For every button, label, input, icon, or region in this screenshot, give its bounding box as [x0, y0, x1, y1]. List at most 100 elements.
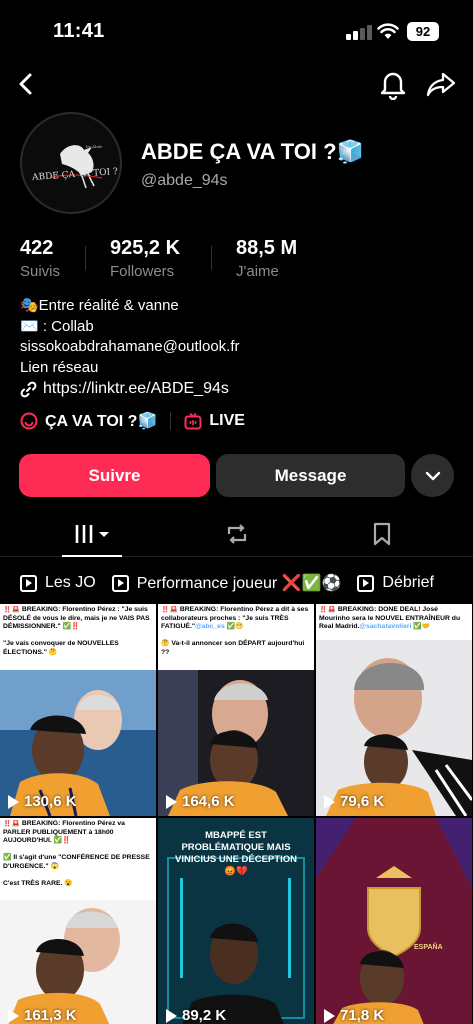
stat-following[interactable]: 422 Suivis — [20, 237, 60, 280]
stat-followers-label: Followers — [110, 263, 175, 280]
video-view-count: 130,6 K — [8, 793, 77, 810]
playlist-row: Les JO Performance joueur ❌✅⚽ Débrief — [20, 569, 434, 597]
username: @abde_94s — [141, 172, 228, 189]
bookmark-icon — [373, 522, 391, 546]
status-time: 11:41 — [53, 20, 105, 42]
video-view-count: 164,6 K — [166, 793, 235, 810]
playlist-item[interactable]: Débrief — [357, 569, 434, 597]
tab-active-indicator — [62, 555, 122, 557]
back-arrow-icon[interactable] — [12, 68, 40, 100]
video-badge: ESPAÑA — [414, 944, 443, 951]
link-icon — [20, 381, 37, 397]
view-count-text: 164,6 K — [182, 793, 235, 810]
video-view-count: 79,6 K — [324, 793, 384, 810]
svg-text:by Abde: by Abde — [86, 144, 103, 149]
bio: 🎭Entre réalité & vanne ✉️ : Collab sisso… — [20, 296, 240, 378]
live-tv-icon — [184, 412, 202, 430]
stat-following-label: Suivis — [20, 263, 61, 280]
video-caption-handle: @abc_es — [195, 623, 225, 631]
playlist-label: Débrief — [382, 574, 434, 591]
status-bar: 11:41 92 — [0, 0, 473, 62]
stat-divider — [211, 246, 212, 270]
video-thumbnail — [316, 640, 472, 816]
grid-icon — [75, 525, 109, 543]
view-count-text: 130,6 K — [24, 793, 77, 810]
bio-line: 🎭Entre réalité & vanne — [20, 297, 179, 314]
video-caption: ‼️🚨 BREAKING: Florentino Pérez a dit à s… — [161, 606, 311, 658]
display-name: ABDE ÇA VA TOI ?🧊 — [141, 139, 364, 164]
avatar[interactable]: by Abde ABDE ÇA VA TOI ? — [20, 112, 122, 214]
chip-divider — [170, 412, 172, 430]
stat-likes: 88,5 M J'aime — [236, 237, 297, 280]
video-tile[interactable]: MBAPPÉ EST PROBLÉMATIQUE MAIS VINICIUS U… — [158, 818, 314, 1024]
profile-chips: ÇA VA TOI ?🧊 LIVE — [20, 411, 245, 431]
video-thumbnail — [316, 818, 472, 1024]
view-count-text: 161,3 K — [24, 1007, 77, 1024]
video-view-count: 89,2 K — [166, 1007, 226, 1024]
bio-line: Lien réseau — [20, 358, 99, 376]
share-icon[interactable] — [425, 68, 457, 100]
playlist-label: Les JO — [45, 574, 96, 591]
video-tile[interactable]: ‼️🚨 BREAKING: Florentino Pérez a dit à s… — [158, 604, 314, 816]
video-headline: MBAPPÉ EST PROBLÉMATIQUE MAIS VINICIUS U… — [175, 830, 297, 877]
video-view-count: 71,8 K — [324, 1007, 384, 1024]
play-icon — [8, 1008, 19, 1023]
stat-followers-value: 925,2 K — [110, 237, 181, 259]
stat-divider — [85, 246, 86, 270]
video-view-count: 161,3 K — [8, 1007, 77, 1024]
play-icon — [166, 794, 177, 809]
play-icon — [324, 1008, 335, 1023]
playlist-item[interactable]: Performance joueur ❌✅⚽ — [111, 569, 342, 597]
bio-email: sissokoabdrahamane@outlook.fr — [20, 338, 240, 355]
playlist-label: Performance joueur ❌✅⚽ — [136, 575, 342, 592]
video-caption: ‼️🚨 BREAKING: DONE DEAL! José Mourinho s… — [319, 606, 469, 632]
video-tile[interactable]: ‼️🚨 BREAKING: Florentino Pérez : "Je sui… — [0, 604, 156, 816]
follow-button[interactable]: Suivre — [19, 454, 210, 497]
cellular-signal-icon — [346, 24, 372, 40]
tab-favorites[interactable] — [365, 516, 399, 552]
live-chip[interactable]: LIVE — [184, 412, 245, 430]
play-icon — [324, 794, 335, 809]
tab-videos[interactable] — [66, 516, 120, 552]
content-tabs — [0, 512, 473, 557]
video-caption-text: ‼️🚨 BREAKING: Florentino Pérez va PARLER… — [3, 820, 125, 845]
group-chip[interactable]: ÇA VA TOI ?🧊 — [20, 411, 157, 431]
top-nav — [0, 62, 473, 106]
crow-logo-icon: by Abde — [49, 144, 103, 189]
play-icon — [8, 794, 19, 809]
video-caption-text: ✅😁 — [224, 623, 244, 631]
group-chip-label: ÇA VA TOI ?🧊 — [45, 413, 158, 430]
video-tile[interactable]: ‼️🚨 BREAKING: DONE DEAL! José Mourinho s… — [316, 604, 472, 816]
playlist-icon — [357, 574, 375, 592]
view-count-text: 89,2 K — [182, 1007, 227, 1024]
message-button[interactable]: Message — [216, 454, 405, 497]
video-caption: ‼️🚨 BREAKING: Florentino Pérez va PARLER… — [3, 820, 153, 889]
video-caption-text: ✅🤝 — [411, 623, 431, 631]
wifi-icon — [377, 23, 399, 39]
live-chip-label: LIVE — [209, 412, 245, 429]
bio-link-text: https://linktr.ee/ABDE_94s — [43, 380, 229, 397]
battery-indicator: 92 — [407, 22, 439, 41]
video-caption-handle: @sachatavolieri — [359, 623, 412, 631]
bio-link[interactable]: https://linktr.ee/ABDE_94s — [20, 380, 229, 398]
playlist-item[interactable]: Les JO — [20, 569, 96, 597]
playlist-icon — [111, 574, 129, 592]
chevron-down-icon — [425, 471, 440, 480]
repost-icon — [227, 524, 247, 544]
stat-followers[interactable]: 925,2 K Followers — [110, 237, 180, 280]
view-count-text: 71,8 K — [340, 1007, 385, 1024]
play-icon — [166, 1008, 177, 1023]
video-tile[interactable]: ESPAÑA 71,8 K — [316, 818, 472, 1024]
playlist-icon — [20, 574, 37, 592]
video-caption-text: "Je vais convoquer de NOUVELLES ÉLECTION… — [3, 640, 119, 656]
more-options-button[interactable] — [411, 454, 454, 497]
tab-reposts[interactable] — [220, 516, 254, 552]
group-chat-icon — [20, 412, 38, 430]
stat-likes-value: 88,5 M — [236, 237, 298, 259]
video-tile[interactable]: ‼️🚨 BREAKING: Florentino Pérez va PARLER… — [0, 818, 156, 1024]
stat-following-value: 422 — [20, 237, 54, 259]
video-caption-text: ✅ Il s'agit d'une "CONFÉRENCE DE PRESSE … — [3, 854, 150, 870]
view-count-text: 79,6 K — [340, 793, 385, 810]
bell-icon[interactable] — [378, 68, 408, 100]
video-caption-text: ‼️🚨 BREAKING: Florentino Pérez : "Je sui… — [3, 606, 150, 631]
